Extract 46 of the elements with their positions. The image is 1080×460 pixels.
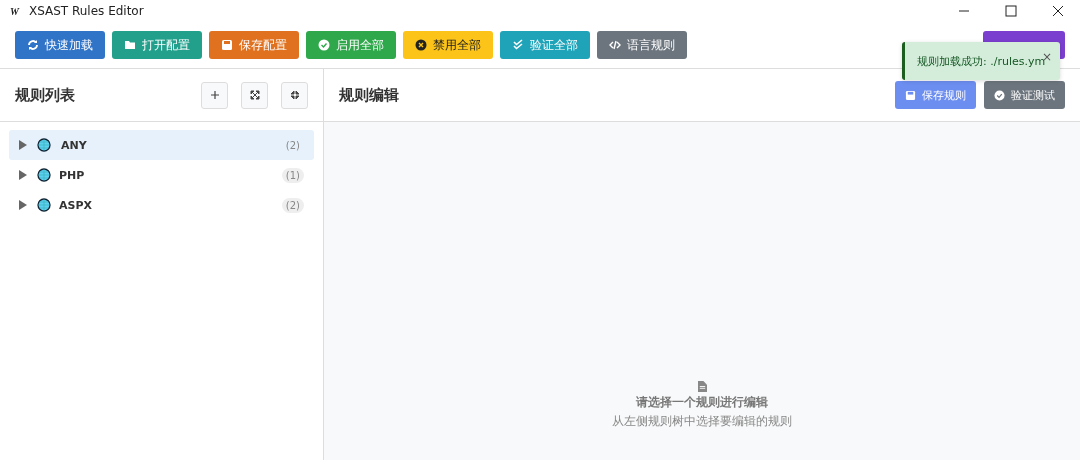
tree-item[interactable]: PHP (1) [9,160,314,190]
collapse-icon [289,90,300,100]
close-icon[interactable] [1052,5,1064,17]
plus-icon [209,90,220,100]
empty-title: 请选择一个规则进行编辑 [636,394,768,411]
save-button[interactable]: 保存规则 [895,81,976,109]
toolbar-button[interactable]: 禁用全部 [403,31,493,59]
folder-icon [124,39,136,51]
add-button[interactable] [201,81,228,109]
toolbar-button[interactable]: 保存配置 [209,31,299,59]
maximize-icon[interactable] [1005,5,1017,17]
window-title: XSAST Rules Editor [28,4,144,18]
expand-button[interactable] [241,81,268,109]
rule-count: (1) [281,167,304,183]
validate-button[interactable]: 验证测试 [984,81,1065,109]
toolbar-button[interactable]: 启用全部 [306,31,396,59]
toolbar-button[interactable]: 语言规则 [597,31,687,59]
globe-icon [37,168,51,182]
caret-icon [19,140,27,150]
x-circle-icon [415,39,427,51]
check-circle-icon [318,39,330,51]
tree-item-label: PHP [59,168,85,182]
globe-icon [37,198,51,212]
tree-item[interactable]: ASPX (2) [9,190,314,220]
collapse-button[interactable] [281,81,308,109]
document-icon [697,381,707,392]
tree-item[interactable]: ANY (2) [9,130,314,160]
toolbar-button[interactable]: 快速加载 [15,31,105,59]
toolbar-button[interactable]: 打开配置 [112,31,202,59]
toolbar-button[interactable]: 验证全部 [500,31,590,59]
caret-icon [19,170,27,180]
panel-title: 规则列表 [15,85,75,105]
tree-item-label: ASPX [59,198,92,212]
tree-item-label: ANY [61,138,87,152]
panel-title: 规则编辑 [339,85,399,105]
double-check-icon [512,39,524,51]
app-logo: W [10,5,19,17]
rule-count: (2) [281,197,304,213]
sync-icon [27,39,39,51]
caret-icon [19,200,27,210]
empty-hint: 从左侧规则树中选择要编辑的规则 [612,413,792,430]
check-circle-icon [994,89,1005,101]
expand-icon [249,90,260,100]
rule-count: (2) [284,138,301,153]
globe-icon [37,138,51,152]
code-icon [609,39,621,51]
